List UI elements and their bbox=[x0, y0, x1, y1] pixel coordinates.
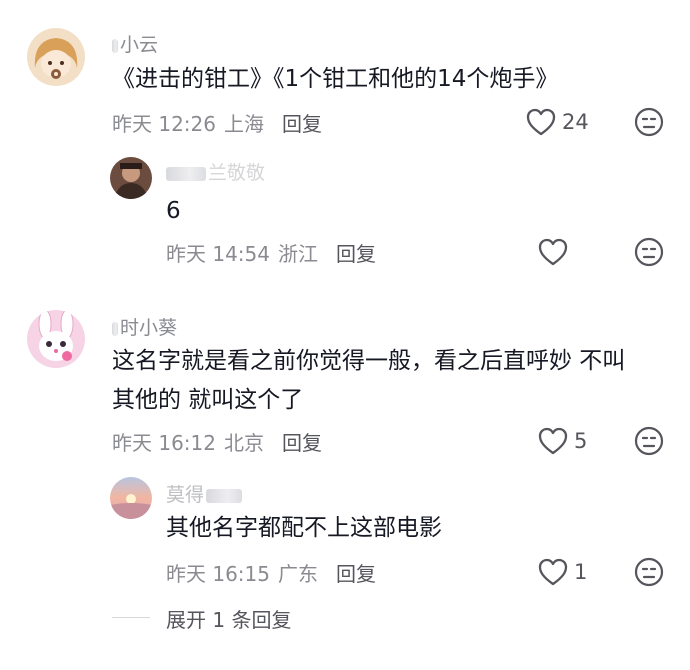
like-count: 1 bbox=[574, 560, 588, 584]
comment-location: 浙江 bbox=[278, 242, 318, 266]
like-button[interactable]: 24 bbox=[526, 108, 589, 136]
comment-time: 昨天 14:54 bbox=[166, 242, 270, 266]
heart-outline-icon bbox=[538, 558, 568, 586]
like-count: 5 bbox=[574, 429, 588, 453]
comment-author[interactable]: 小云 bbox=[112, 30, 158, 57]
reply-button[interactable]: 回复 bbox=[282, 431, 322, 455]
comment-text: 6 bbox=[166, 198, 181, 224]
comment-location: 广东 bbox=[278, 562, 318, 586]
avatar[interactable] bbox=[110, 157, 152, 199]
dislike-face-icon bbox=[634, 237, 664, 267]
dislike-button[interactable] bbox=[634, 237, 664, 267]
reply-button[interactable]: 回复 bbox=[282, 112, 322, 136]
comment-text: 其他名字都配不上这部电影 bbox=[166, 515, 442, 541]
comment-time: 昨天 16:15 bbox=[166, 562, 270, 586]
dislike-button[interactable] bbox=[634, 426, 664, 456]
dislike-face-icon bbox=[634, 557, 664, 587]
like-count: 24 bbox=[562, 110, 589, 134]
like-button[interactable]: 1 bbox=[538, 558, 587, 586]
comment-author[interactable]: 时小葵 bbox=[112, 313, 177, 340]
comment-text: 这名字就是看之前你觉得一般，看之后直呼妙 不叫 其他的 就叫这个了 bbox=[112, 348, 626, 413]
dislike-button[interactable] bbox=[634, 557, 664, 587]
like-button[interactable]: 5 bbox=[538, 427, 587, 455]
comment-text: 《进击的钳工》《1个钳工和他的14个炮手》 bbox=[112, 66, 559, 92]
dislike-face-icon bbox=[634, 107, 664, 137]
heart-outline-icon bbox=[538, 427, 568, 455]
comment-author[interactable]: 莫得 bbox=[166, 480, 244, 507]
comment-meta: 昨天 16:15 广东 回复 bbox=[166, 558, 384, 587]
expand-replies-button[interactable]: 展开 1 条回复 bbox=[166, 604, 291, 633]
dislike-button[interactable] bbox=[634, 107, 664, 137]
reply-button[interactable]: 回复 bbox=[336, 562, 376, 586]
avatar[interactable] bbox=[27, 310, 85, 368]
reply-button[interactable]: 回复 bbox=[336, 242, 376, 266]
heart-outline-icon bbox=[526, 108, 556, 136]
dislike-face-icon bbox=[634, 426, 664, 456]
comment-meta: 昨天 16:12 北京 回复 bbox=[112, 427, 330, 456]
comment-location: 北京 bbox=[224, 431, 264, 455]
heart-outline-icon bbox=[538, 238, 568, 266]
avatar[interactable] bbox=[110, 477, 152, 519]
comment-meta: 昨天 14:54 浙江 回复 bbox=[166, 238, 384, 267]
comment-meta: 昨天 12:26 上海 回复 bbox=[112, 108, 330, 137]
comment-location: 上海 bbox=[224, 112, 264, 136]
expand-divider bbox=[112, 617, 150, 618]
like-button[interactable] bbox=[538, 238, 574, 266]
comment-time: 昨天 12:26 bbox=[112, 112, 216, 136]
comment-author[interactable]: 兰敬敬 bbox=[166, 158, 265, 185]
comment-time: 昨天 16:12 bbox=[112, 431, 216, 455]
avatar[interactable] bbox=[27, 28, 85, 86]
